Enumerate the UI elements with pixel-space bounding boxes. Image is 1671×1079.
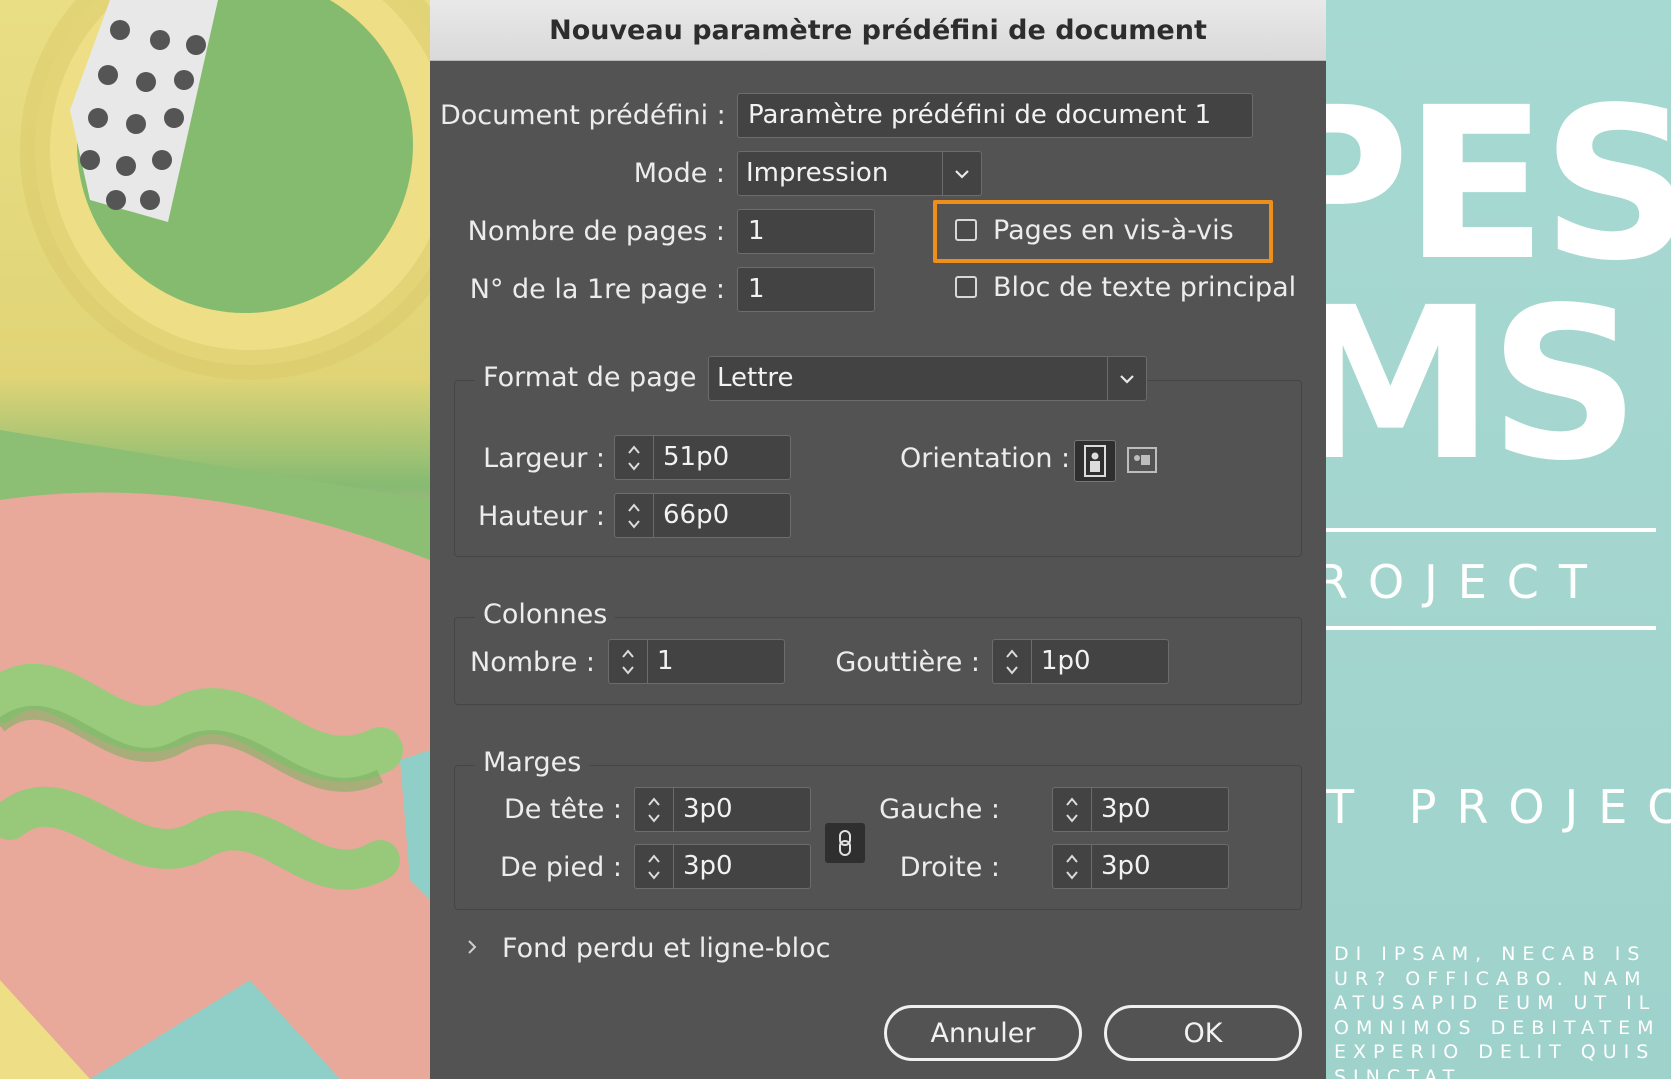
preset-name-input[interactable]: Paramètre prédéfini de document 1 bbox=[737, 93, 1253, 138]
columns-number-stepper[interactable]: 1 bbox=[608, 639, 785, 684]
poster-subtitle-2: T PROJECT bbox=[1326, 780, 1671, 834]
preset-label: Document prédéfini : bbox=[440, 100, 726, 131]
orientation-label: Orientation : bbox=[900, 443, 1071, 474]
width-label: Largeur : bbox=[483, 443, 605, 474]
poster-rule-bottom bbox=[1326, 626, 1656, 630]
dialog-title: Nouveau paramètre prédéfini de document bbox=[549, 14, 1207, 46]
background-poster-right: PES MS ROJECT T PROJECT DI IPSAM, NECAB … bbox=[1326, 0, 1671, 1079]
landscape-icon bbox=[1127, 447, 1157, 473]
facing-pages-label[interactable]: Pages en vis-à-vis bbox=[993, 215, 1234, 246]
poster-rule-top bbox=[1326, 528, 1656, 532]
portrait-icon bbox=[1084, 445, 1106, 477]
width-value[interactable]: 51p0 bbox=[663, 436, 729, 479]
first-page-label: N° de la 1re page : bbox=[469, 274, 725, 305]
poster-subtitle-1: ROJECT bbox=[1326, 555, 1608, 609]
stepper-arrows-icon[interactable] bbox=[615, 436, 654, 479]
margin-left-stepper[interactable]: 3p0 bbox=[1052, 787, 1229, 832]
poster-body-text: DI IPSAM, NECAB IS UR? OFFICABO. NAM ATUSA… bbox=[1334, 942, 1661, 1079]
margins-legend: Marges bbox=[475, 747, 590, 778]
stepper-arrows-icon[interactable] bbox=[615, 494, 654, 537]
gutter-value[interactable]: 1p0 bbox=[1041, 640, 1091, 683]
chevron-down-icon[interactable] bbox=[1107, 357, 1146, 400]
num-pages-label: Nombre de pages : bbox=[467, 216, 725, 247]
ok-button[interactable]: OK bbox=[1104, 1005, 1302, 1061]
mode-select[interactable]: Impression bbox=[737, 151, 982, 196]
background-artwork-left bbox=[0, 0, 430, 1079]
link-margins-button[interactable] bbox=[825, 823, 865, 863]
gutter-stepper[interactable]: 1p0 bbox=[992, 639, 1169, 684]
chevron-down-icon[interactable] bbox=[942, 152, 981, 195]
chevron-right-icon[interactable] bbox=[466, 932, 486, 962]
page-size-select-value: Lettre bbox=[717, 363, 794, 393]
stepper-arrows-icon[interactable] bbox=[635, 845, 674, 888]
stepper-arrows-icon[interactable] bbox=[1053, 788, 1092, 831]
bleed-slug-toggle[interactable]: Fond perdu et ligne-bloc bbox=[502, 933, 831, 964]
poster-body-line: DI IPSAM, NECAB IS bbox=[1334, 943, 1647, 965]
margin-right-label: Droite : bbox=[899, 852, 1000, 883]
width-stepper[interactable]: 51p0 bbox=[614, 435, 791, 480]
stepper-arrows-icon[interactable] bbox=[993, 640, 1032, 683]
first-page-input[interactable]: 1 bbox=[737, 267, 875, 312]
portrait-orientation-button[interactable] bbox=[1074, 440, 1116, 482]
num-pages-input[interactable]: 1 bbox=[737, 209, 875, 254]
mode-select-value: Impression bbox=[746, 158, 889, 188]
stepper-arrows-icon[interactable] bbox=[609, 640, 648, 683]
height-label: Hauteur : bbox=[477, 501, 605, 532]
margin-right-stepper[interactable]: 3p0 bbox=[1052, 844, 1229, 889]
cancel-button[interactable]: Annuler bbox=[884, 1005, 1082, 1061]
dialog-titlebar: Nouveau paramètre prédéfini de document bbox=[430, 0, 1326, 61]
abstract-3d-shapes-art bbox=[0, 0, 430, 1079]
margin-top-label: De tête : bbox=[503, 794, 622, 825]
margin-left-value[interactable]: 3p0 bbox=[1101, 788, 1151, 831]
poster-body-line: UR? OFFICABO. NAM bbox=[1334, 967, 1648, 990]
gutter-label: Gouttière : bbox=[835, 647, 980, 678]
primary-text-frame-label[interactable]: Bloc de texte principal bbox=[993, 272, 1296, 303]
mode-label: Mode : bbox=[633, 158, 725, 189]
margin-top-value[interactable]: 3p0 bbox=[683, 788, 733, 831]
height-value[interactable]: 66p0 bbox=[663, 494, 729, 537]
poster-body-line: OMNIMOS DEBITATEM bbox=[1334, 1016, 1661, 1039]
margin-right-value[interactable]: 3p0 bbox=[1101, 845, 1151, 888]
columns-number-label: Nombre : bbox=[470, 647, 595, 678]
page-size-label: Format de page : bbox=[475, 362, 723, 393]
poster-big-line-1: PES bbox=[1326, 62, 1671, 307]
poster-body-line: ATUSAPID EUM UT IL bbox=[1334, 992, 1657, 1014]
poster-body-line: EXPERIO DELIT QUIS bbox=[1334, 1041, 1656, 1063]
columns-number-value[interactable]: 1 bbox=[657, 640, 674, 683]
landscape-orientation-button[interactable] bbox=[1122, 440, 1164, 482]
chain-link-icon bbox=[839, 830, 851, 856]
margin-left-label: Gauche : bbox=[879, 794, 1000, 825]
margin-bottom-label: De pied : bbox=[499, 852, 622, 883]
columns-legend: Colonnes bbox=[475, 599, 616, 630]
height-stepper[interactable]: 66p0 bbox=[614, 493, 791, 538]
poster-big-line-2: MS bbox=[1326, 262, 1640, 507]
primary-text-frame-checkbox[interactable] bbox=[955, 276, 977, 298]
margin-bottom-value[interactable]: 3p0 bbox=[683, 845, 733, 888]
stepper-arrows-icon[interactable] bbox=[1053, 845, 1092, 888]
poster-body-line: SINCTAT bbox=[1334, 1065, 1462, 1079]
margin-bottom-stepper[interactable]: 3p0 bbox=[634, 844, 811, 889]
facing-pages-checkbox[interactable] bbox=[955, 219, 977, 241]
stepper-arrows-icon[interactable] bbox=[635, 788, 674, 831]
margin-top-stepper[interactable]: 3p0 bbox=[634, 787, 811, 832]
page-size-select[interactable]: Lettre bbox=[708, 356, 1147, 401]
